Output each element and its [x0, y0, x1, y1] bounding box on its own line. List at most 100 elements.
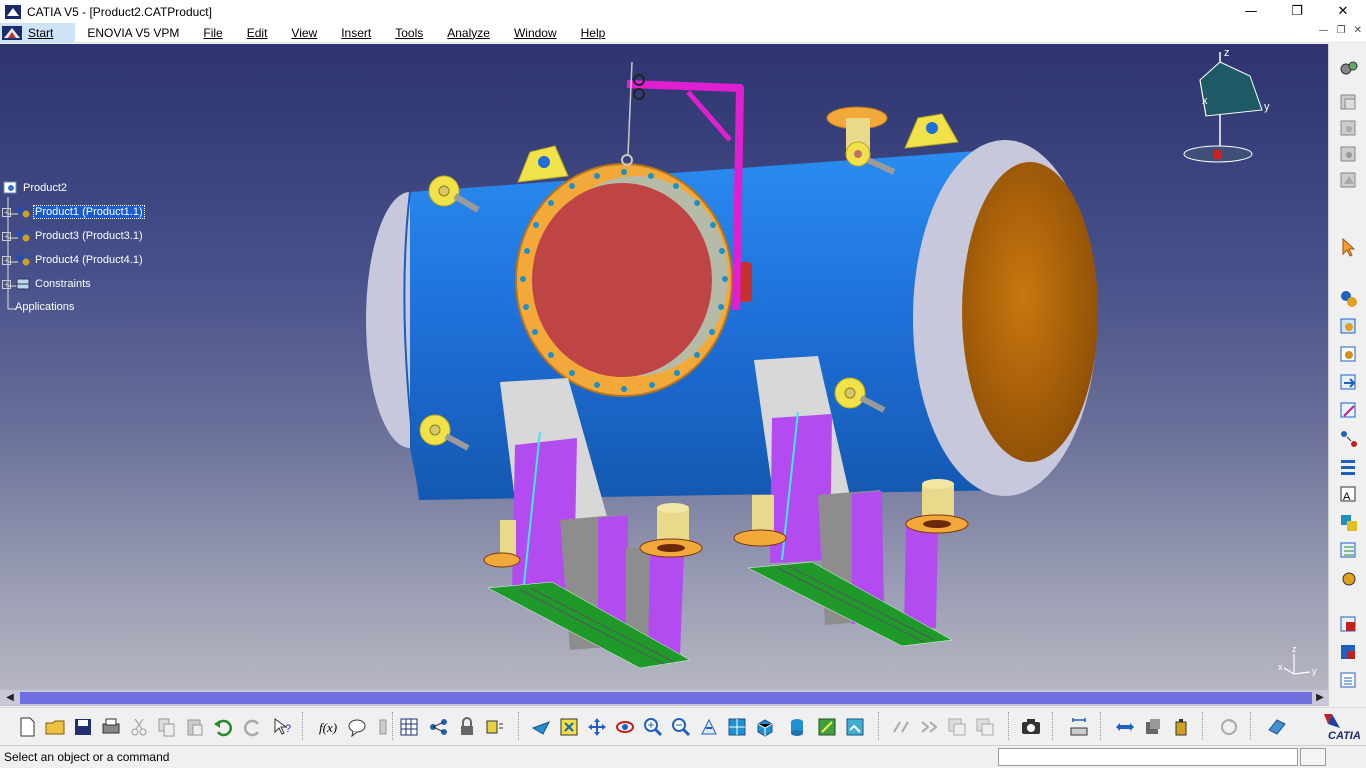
stop-clash-icon[interactable]: [1338, 456, 1360, 478]
capture-icon-disabled[interactable]: [918, 716, 940, 738]
replace-component-icon[interactable]: [1338, 288, 1360, 310]
tree-item-applications[interactable]: Applications: [14, 301, 75, 313]
zoom-in-icon[interactable]: [642, 716, 664, 738]
scrollbar-thumb[interactable]: [20, 692, 1312, 704]
expand-icon[interactable]: +: [2, 207, 11, 217]
pressure-vessel-model[interactable]: z x y z x y: [0, 44, 1328, 690]
measure-icon[interactable]: [484, 716, 506, 738]
menu-enovia[interactable]: ENOVIA V5 VPM: [75, 23, 191, 43]
coincidence-constraint-icon[interactable]: A: [1338, 484, 1360, 506]
nozzle-bottom-4[interactable]: [483, 520, 521, 568]
expand-icon[interactable]: +: [2, 279, 11, 289]
sectioning-icon[interactable]: [946, 716, 968, 738]
redo-icon[interactable]: [242, 716, 264, 738]
manway-cover[interactable]: [532, 183, 712, 377]
power-input-field[interactable]: [998, 748, 1298, 766]
menu-help[interactable]: Help: [569, 23, 618, 43]
normal-view-icon[interactable]: [698, 716, 720, 738]
print-icon[interactable]: [100, 716, 122, 738]
right-end-face[interactable]: [962, 162, 1098, 462]
update-icon[interactable]: [1338, 614, 1360, 636]
doc-minimize-button[interactable]: —: [1319, 25, 1329, 36]
catalog-icon[interactable]: [372, 716, 394, 738]
lifting-lug-left[interactable]: [517, 145, 569, 183]
new-icon[interactable]: [16, 716, 38, 738]
gears-icon[interactable]: [1338, 58, 1360, 80]
rotate-icon[interactable]: [614, 716, 636, 738]
offset-constraint-icon[interactable]: [1338, 540, 1360, 562]
pan-icon[interactable]: [586, 716, 608, 738]
lifting-lug-right[interactable]: [904, 113, 959, 149]
new-component-icon[interactable]: [1338, 118, 1360, 140]
generate-numbering-icon[interactable]: [1338, 344, 1360, 366]
measure-item-icon[interactable]: [1170, 716, 1192, 738]
explode-icon[interactable]: [1338, 428, 1360, 450]
copy-icon[interactable]: [156, 716, 178, 738]
isometric-view-icon[interactable]: [754, 716, 776, 738]
menu-file[interactable]: File: [191, 23, 234, 43]
contact-constraint-icon[interactable]: [1338, 512, 1360, 534]
refresh-icon[interactable]: [1218, 716, 1240, 738]
render-style-icon[interactable]: [816, 716, 838, 738]
update-all-icon[interactable]: [1142, 716, 1164, 738]
space-analysis-icon[interactable]: [1114, 716, 1136, 738]
doc-close-button[interactable]: ✕: [1354, 25, 1362, 36]
hide-show-icon[interactable]: [844, 716, 866, 738]
menu-insert[interactable]: Insert: [329, 23, 383, 43]
scene-icon[interactable]: [428, 716, 450, 738]
distance-icon[interactable]: [1068, 716, 1090, 738]
fly-icon[interactable]: [530, 716, 552, 738]
close-button[interactable]: ✕: [1320, 0, 1366, 23]
capture-icon[interactable]: [1020, 716, 1042, 738]
swap-space-icon[interactable]: [890, 716, 912, 738]
product-structure-icon[interactable]: [1338, 92, 1360, 114]
minimize-button[interactable]: —: [1228, 0, 1274, 23]
clash-icon[interactable]: [974, 716, 996, 738]
3d-viewport[interactable]: z x y z x y Product2 + Product1 (Product…: [0, 44, 1328, 690]
zoom-out-icon[interactable]: [670, 716, 692, 738]
expand-icon[interactable]: +: [2, 255, 11, 265]
scroll-left-icon[interactable]: ◀: [2, 690, 18, 706]
tree-item-product1[interactable]: + Product1 (Product1.1): [2, 205, 145, 219]
menu-tools[interactable]: Tools: [383, 23, 435, 43]
tree-item-product4[interactable]: + Product4 (Product4.1): [2, 253, 144, 267]
menu-view[interactable]: View: [279, 23, 329, 43]
paste-icon[interactable]: [184, 716, 206, 738]
menu-edit[interactable]: Edit: [235, 23, 280, 43]
scroll-right-icon[interactable]: ▶: [1312, 690, 1328, 706]
tree-item-constraints[interactable]: + Constraints: [2, 277, 92, 291]
start-menu[interactable]: Start: [0, 22, 76, 43]
tree-root-product2[interactable]: Product2: [3, 181, 68, 195]
nozzle-bottom-1[interactable]: [639, 503, 703, 558]
menu-analyze[interactable]: Analyze: [435, 23, 502, 43]
whats-this-icon[interactable]: ?: [272, 716, 294, 738]
fix-component-icon[interactable]: [1338, 568, 1360, 590]
doc-restore-button[interactable]: ❐: [1337, 25, 1346, 36]
shading-icon[interactable]: [786, 716, 808, 738]
save-icon[interactable]: [72, 716, 94, 738]
power-input-button[interactable]: [1300, 748, 1326, 766]
table-icon[interactable]: [398, 716, 420, 738]
tree-item-product3[interactable]: + Product3 (Product3.1): [2, 229, 144, 243]
multi-view-icon[interactable]: [726, 716, 748, 738]
open-icon[interactable]: [44, 716, 66, 738]
snap-icon[interactable]: [1338, 400, 1360, 422]
select-arrow-icon[interactable]: [1338, 236, 1360, 258]
new-part-icon[interactable]: [1338, 170, 1360, 192]
manipulate-icon[interactable]: [1338, 372, 1360, 394]
compass-widget[interactable]: z x y: [1183, 47, 1270, 163]
knowledge-icon[interactable]: [346, 716, 368, 738]
viewport-horizontal-scrollbar[interactable]: ◀ ▶: [0, 690, 1328, 706]
cut-icon[interactable]: [128, 716, 150, 738]
new-product-icon[interactable]: [1338, 144, 1360, 166]
menu-window[interactable]: Window: [502, 23, 569, 43]
fit-all-icon[interactable]: [558, 716, 580, 738]
expand-icon[interactable]: +: [2, 231, 11, 241]
sheet-icon[interactable]: [1266, 716, 1288, 738]
bill-of-material-icon[interactable]: [1338, 642, 1360, 664]
undo-icon[interactable]: [212, 716, 234, 738]
formula-icon[interactable]: f(x): [318, 716, 340, 738]
maximize-button[interactable]: ❐: [1274, 0, 1320, 23]
publication-icon[interactable]: [1338, 670, 1360, 692]
graph-tree-icon[interactable]: [1338, 316, 1360, 338]
